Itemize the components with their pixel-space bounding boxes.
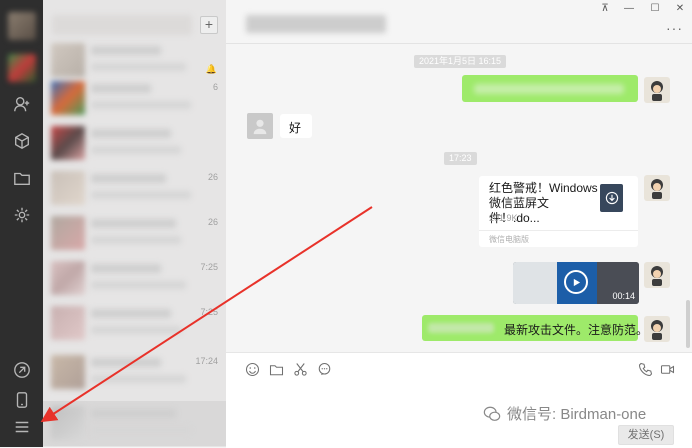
blurred-text bbox=[428, 323, 494, 333]
file-message-card[interactable]: 红色警戒！Windows 微信蓝屏文件！.do... 201.9K 微信电脑版 bbox=[479, 176, 638, 247]
scissors-icon[interactable] bbox=[292, 361, 308, 377]
user-avatar[interactable] bbox=[8, 12, 36, 40]
video-message-thumbnail[interactable]: 00:14 bbox=[513, 262, 639, 304]
search-input[interactable] bbox=[52, 15, 192, 35]
watermark-text: 微信号: Birdman-one bbox=[507, 406, 647, 423]
timestamp: 2021年1月5日 16:15 bbox=[414, 55, 507, 68]
link-icon[interactable] bbox=[11, 359, 33, 381]
collections-icon[interactable] bbox=[11, 130, 33, 152]
add-chat-button[interactable]: + bbox=[200, 16, 218, 34]
chat-nav-avatar[interactable] bbox=[8, 54, 36, 82]
files-icon[interactable] bbox=[11, 167, 33, 189]
play-icon[interactable] bbox=[564, 270, 588, 294]
chat-bubble-icon[interactable] bbox=[316, 361, 332, 377]
my-avatar[interactable] bbox=[644, 77, 670, 103]
timestamp: 17:23 bbox=[444, 152, 477, 165]
download-icon[interactable] bbox=[600, 184, 623, 212]
more-icon[interactable]: ··· bbox=[666, 20, 683, 36]
video-frame-left bbox=[513, 262, 557, 304]
list-item[interactable] bbox=[43, 121, 226, 166]
list-item[interactable]: 6 bbox=[43, 76, 226, 121]
list-item[interactable]: 26 bbox=[43, 166, 226, 211]
mute-icon: 🔔 bbox=[205, 64, 217, 74]
list-item[interactable]: 17:24 bbox=[43, 350, 226, 395]
contact-message-bubble[interactable]: 好 bbox=[280, 114, 312, 138]
phone-icon[interactable] bbox=[637, 361, 653, 377]
contact-avatar[interactable] bbox=[247, 113, 273, 139]
list-item[interactable]: 7:25 bbox=[43, 301, 226, 346]
file-card-divider bbox=[479, 230, 638, 231]
my-message-bubble[interactable] bbox=[462, 75, 638, 102]
chat-window: ⊼ — ☐ ✕ ··· 2021年1月5日 16:15 好 17:23 红色警戒… bbox=[226, 0, 692, 448]
title-divider bbox=[226, 43, 692, 44]
send-button[interactable]: 发送(S) bbox=[618, 425, 674, 445]
my-message-bubble[interactable]: 最新攻击文件。注意防范。 bbox=[422, 315, 648, 341]
folder-icon[interactable] bbox=[268, 361, 284, 377]
file-size: 201.9K bbox=[489, 213, 518, 223]
scrollbar[interactable] bbox=[686, 300, 690, 348]
list-item[interactable] bbox=[43, 401, 226, 446]
my-avatar[interactable] bbox=[644, 316, 670, 342]
message-text: 最新攻击文件。注意防范。 bbox=[504, 323, 649, 337]
contacts-icon[interactable] bbox=[11, 93, 33, 115]
file-source: 微信电脑版 bbox=[489, 235, 529, 244]
contact-message-text: 好 bbox=[289, 121, 302, 135]
mini-program-icon[interactable] bbox=[11, 204, 33, 226]
my-avatar[interactable] bbox=[644, 262, 670, 288]
emoji-icon[interactable] bbox=[244, 361, 260, 377]
sidebar-rail bbox=[0, 0, 43, 447]
maximize-icon[interactable]: ☐ bbox=[648, 3, 662, 14]
chat-title bbox=[246, 15, 386, 33]
wechat-logo-icon bbox=[483, 406, 501, 421]
close-icon[interactable]: ✕ bbox=[673, 3, 687, 14]
watermark: 微信号: Birdman-one bbox=[483, 403, 646, 424]
message-input-area[interactable]: 微信号: Birdman-one 发送(S) bbox=[226, 352, 692, 448]
pin-icon[interactable]: ⊼ bbox=[598, 3, 612, 14]
chat-list: + 🔔 6 26 26 7:25 7:25 17:24 bbox=[43, 0, 226, 447]
menu-icon[interactable] bbox=[11, 416, 33, 438]
list-item[interactable]: 7:25 bbox=[43, 256, 226, 301]
video-call-icon[interactable] bbox=[659, 361, 675, 377]
my-avatar[interactable] bbox=[644, 175, 670, 201]
list-item[interactable]: 26 bbox=[43, 211, 226, 256]
minimize-icon[interactable]: — bbox=[622, 3, 636, 14]
phone-device-icon[interactable] bbox=[11, 389, 33, 411]
video-duration: 00:14 bbox=[612, 291, 635, 301]
